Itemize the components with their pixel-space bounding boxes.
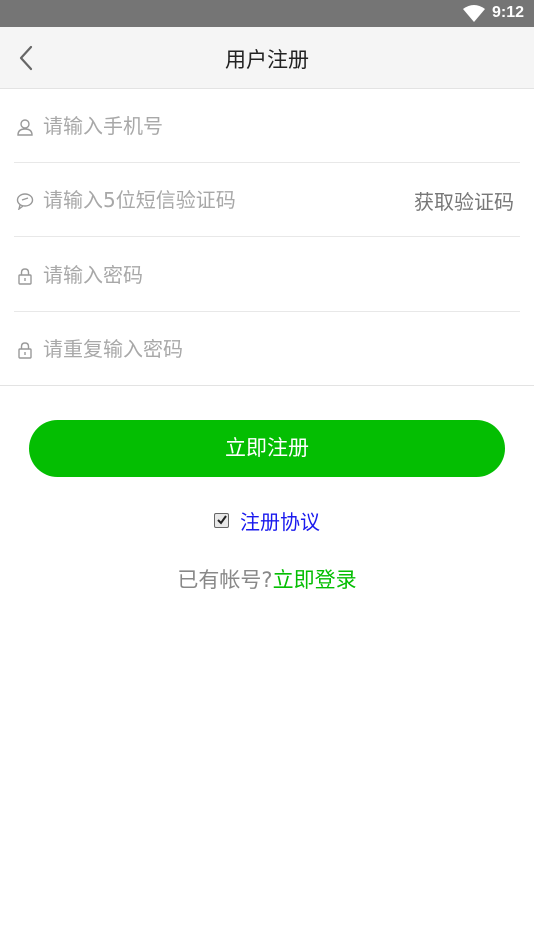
get-code-button[interactable]: 获取验证码 bbox=[414, 186, 514, 215]
agreement-row: 注册协议 bbox=[0, 506, 534, 534]
confirm-password-row bbox=[14, 312, 520, 386]
status-bar: 9:12 bbox=[0, 0, 534, 27]
page-title: 用户注册 bbox=[225, 48, 309, 72]
app-header: 用户注册 bbox=[0, 27, 534, 89]
register-button[interactable]: 立即注册 bbox=[29, 420, 505, 477]
checkmark-icon bbox=[217, 515, 227, 525]
phone-input[interactable] bbox=[43, 109, 403, 143]
agreement-checkbox[interactable] bbox=[213, 513, 229, 528]
agreement-link[interactable]: 注册协议 bbox=[240, 506, 320, 535]
wifi-icon bbox=[463, 5, 485, 22]
sms-code-input[interactable] bbox=[43, 183, 403, 217]
status-time: 9:12 bbox=[491, 4, 524, 21]
code-row: 获取验证码 bbox=[14, 163, 520, 237]
lock-icon bbox=[18, 342, 32, 359]
user-icon bbox=[17, 119, 33, 136]
login-prompt-row: 已有帐号?立即登录 bbox=[0, 564, 534, 594]
lock-icon bbox=[18, 268, 32, 285]
login-link[interactable]: 立即登录 bbox=[273, 568, 357, 592]
message-icon bbox=[16, 193, 34, 210]
password-row bbox=[14, 238, 520, 312]
register-form: 获取验证码 bbox=[0, 89, 534, 386]
login-prompt-text: 已有帐号? bbox=[177, 568, 273, 592]
confirm-password-input[interactable] bbox=[43, 332, 403, 366]
password-input[interactable] bbox=[43, 258, 403, 292]
phone-row bbox=[14, 89, 520, 163]
